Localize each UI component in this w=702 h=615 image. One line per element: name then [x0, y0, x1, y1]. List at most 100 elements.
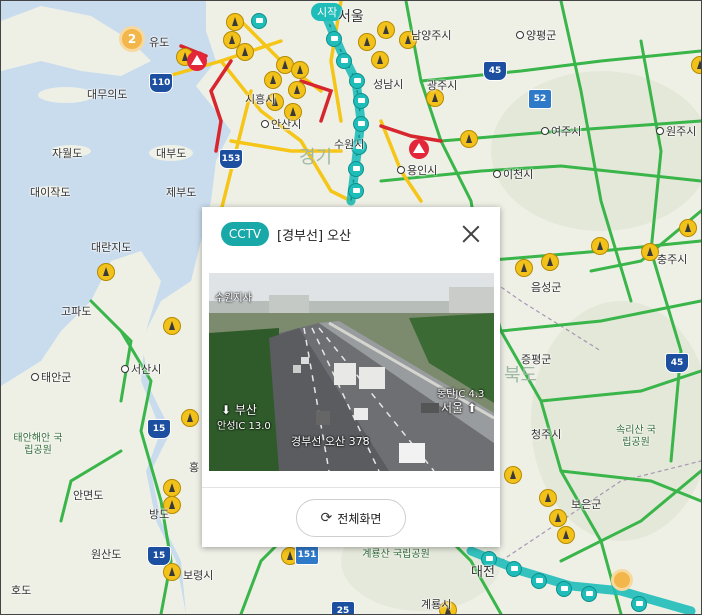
cctv-marker[interactable]	[531, 573, 547, 589]
place-label: 홍	[189, 461, 200, 474]
place-label: 제부도	[166, 186, 197, 199]
construction-marker[interactable]	[591, 237, 609, 255]
cctv-marker[interactable]	[581, 586, 597, 602]
province-label: 경기	[299, 147, 333, 168]
accident-alert-icon[interactable]	[409, 139, 429, 159]
place-label: 안산시	[261, 118, 301, 131]
park-label: 속리산 국립공원	[616, 425, 656, 448]
place-label: 남양주시	[411, 29, 452, 42]
terrain-shade	[491, 71, 701, 231]
cctv-marker[interactable]	[631, 596, 647, 612]
place-label: 대전	[471, 565, 495, 580]
place-label: 양평군	[516, 29, 556, 42]
cctv-marker[interactable]	[348, 183, 364, 199]
construction-marker[interactable]	[539, 489, 557, 507]
construction-marker[interactable]	[691, 56, 701, 74]
cctv-overlay-text: ⬇ 부산	[221, 403, 257, 417]
construction-marker[interactable]	[377, 21, 395, 39]
cctv-marker[interactable]	[348, 161, 364, 177]
cctv-overlay-text: 서울 ⬆	[441, 401, 477, 415]
construction-marker[interactable]	[163, 563, 181, 581]
place-label: 음성군	[531, 281, 562, 294]
construction-marker[interactable]	[541, 253, 559, 271]
accident-alert-icon[interactable]	[187, 51, 207, 71]
route-shield: 110	[149, 73, 173, 93]
route-shield: 45	[665, 353, 689, 373]
cctv-marker[interactable]	[353, 116, 369, 132]
route-shield: 25	[331, 601, 355, 614]
construction-marker[interactable]	[291, 61, 309, 79]
construction-marker[interactable]	[163, 317, 181, 335]
cctv-marker[interactable]	[556, 581, 572, 597]
route-shield: 153	[219, 149, 243, 169]
construction-marker[interactable]	[358, 33, 376, 51]
fullscreen-button[interactable]: ⟳ 전체화면	[296, 499, 406, 537]
construction-marker[interactable]	[557, 526, 575, 544]
cctv-marker[interactable]	[349, 73, 365, 89]
popup-title: [경부선] 오산	[277, 229, 352, 244]
construction-marker[interactable]	[515, 259, 533, 277]
place-label: 서산시	[121, 363, 161, 376]
construction-marker[interactable]	[97, 263, 115, 281]
place-label: 대란지도	[91, 241, 132, 254]
refresh-icon: ⟳	[320, 510, 333, 526]
cctv-marker[interactable]	[506, 561, 522, 577]
island	[38, 87, 94, 103]
place-label: 대무의도	[87, 88, 128, 101]
place-label: 성남시	[373, 78, 404, 91]
marker-cluster[interactable]: 2	[119, 26, 145, 52]
close-icon[interactable]	[460, 223, 482, 245]
construction-marker[interactable]	[460, 130, 478, 148]
place-label: 대이작도	[30, 186, 71, 199]
place-label: 대부도	[156, 147, 187, 160]
construction-marker[interactable]	[371, 51, 389, 69]
construction-marker[interactable]	[181, 409, 199, 427]
construction-marker[interactable]	[226, 13, 244, 31]
place-label: 청주시	[531, 428, 562, 441]
construction-marker[interactable]	[549, 509, 567, 527]
map-app: 2 110 153 45 52 15 15 151 45 25 시작 서울 양평…	[0, 0, 702, 615]
cctv-video[interactable]: 수원지사 ⬇ 부산 안성IC 13.0 경부선 오산 378 동탄JC 4.3 …	[209, 273, 494, 471]
construction-marker[interactable]	[504, 466, 522, 484]
cctv-overlay-text: 경부선 오산 378	[291, 435, 370, 448]
popup-header: CCTV [경부선] 오산	[202, 207, 500, 259]
place-label: 안면도	[73, 489, 104, 502]
place-label: 보은군	[571, 498, 602, 511]
construction-marker[interactable]	[264, 71, 282, 89]
route-shield: 15	[147, 419, 171, 439]
place-label: 원산도	[91, 548, 122, 561]
construction-marker[interactable]	[679, 219, 697, 237]
marker-cluster[interactable]	[611, 569, 633, 591]
cctv-overlay-text: 수원지사	[215, 293, 252, 304]
place-label: 시흥시	[245, 93, 276, 106]
place-label: 수원시	[334, 138, 365, 151]
place-label: 광주시	[427, 79, 458, 92]
place-label: 유도	[149, 36, 170, 49]
place-label: 고파도	[61, 305, 92, 318]
cctv-popup: CCTV [경부선] 오산 수원지사 ⬇ 부산 안성IC 13.0 경부선 오산…	[202, 207, 500, 547]
fullscreen-label: 전체화면	[337, 511, 382, 526]
cctv-marker[interactable]	[336, 53, 352, 69]
place-label: 원주시	[656, 125, 696, 138]
place-label: 충주시	[657, 253, 688, 266]
place-label: 자월도	[52, 147, 83, 160]
cctv-overlay-text: 동탄JC 4.3	[437, 389, 485, 400]
place-label: 용인시	[397, 164, 437, 177]
construction-marker[interactable]	[288, 81, 306, 99]
cctv-marker[interactable]	[251, 13, 267, 29]
place-label: 호도	[11, 584, 32, 597]
cctv-badge: CCTV	[221, 222, 269, 246]
cctv-marker[interactable]	[353, 93, 369, 109]
route-shield: 52	[528, 89, 552, 109]
route-shield: 151	[295, 545, 319, 565]
place-label: 계룡시	[421, 598, 452, 611]
place-label: 태안군	[31, 371, 71, 384]
construction-marker[interactable]	[236, 43, 254, 61]
place-label: 서울	[338, 9, 364, 25]
cctv-marker[interactable]	[326, 31, 342, 47]
park-label: 태안해안 국립공원	[13, 433, 63, 456]
route-shield: 45	[483, 61, 507, 81]
construction-marker[interactable]	[163, 479, 181, 497]
province-label: 북도	[504, 365, 538, 386]
place-label: 여주시	[541, 125, 581, 138]
